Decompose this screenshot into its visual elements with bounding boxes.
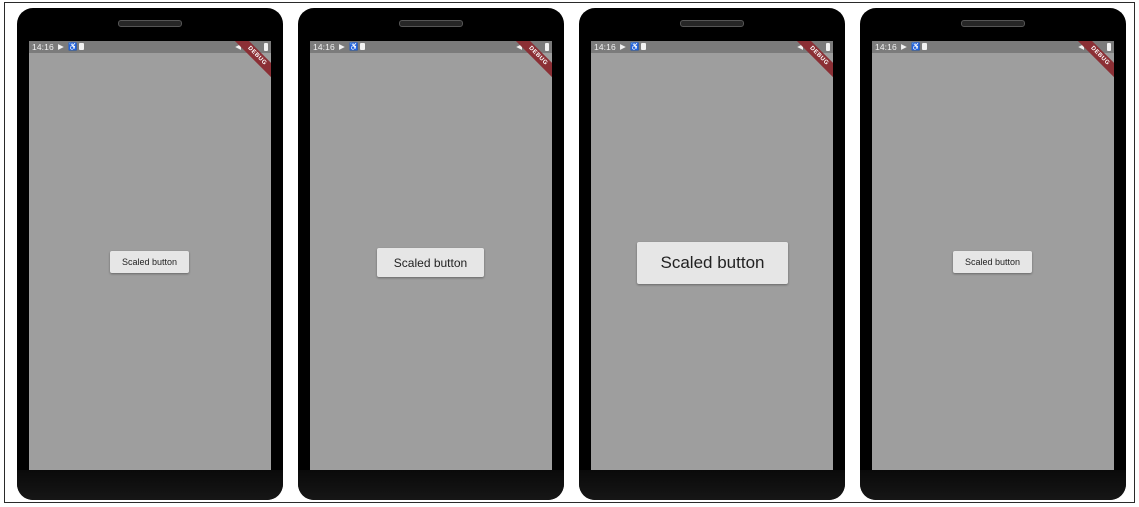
battery-icon xyxy=(264,43,268,51)
play-store-icon: ▶ xyxy=(901,42,907,51)
sd-card-icon xyxy=(641,43,646,50)
battery-icon xyxy=(1107,43,1111,51)
status-bar: 14:16 ▶ ♿ ◀ ● xyxy=(872,41,1114,53)
phone-chin xyxy=(860,470,1126,500)
status-bar: 14:16 ▶ ♿ ◀ ● xyxy=(29,41,271,53)
scaled-button[interactable]: Scaled button xyxy=(377,248,484,277)
phone-mockup-3: 14:16 ▶ ♿ ◀ ● DEBUG Scaled button xyxy=(579,8,845,500)
accessibility-icon: ♿ xyxy=(630,42,640,51)
battery-icon xyxy=(545,43,549,51)
accessibility-icon: ♿ xyxy=(349,42,359,51)
status-time: 14:16 xyxy=(32,42,54,52)
speaker-grille xyxy=(118,20,182,27)
scaled-button[interactable]: Scaled button xyxy=(110,251,189,273)
phone-screen: 14:16 ▶ ♿ ◀ ● DEBUG Scaled button xyxy=(310,41,552,471)
phone-mockup-2: 14:16 ▶ ♿ ◀ ● DEBUG Scaled button xyxy=(298,8,564,500)
accessibility-icon: ♿ xyxy=(911,42,921,51)
speaker-grille xyxy=(399,20,463,27)
speaker-grille xyxy=(961,20,1025,27)
status-time: 14:16 xyxy=(594,42,616,52)
play-store-icon: ▶ xyxy=(58,42,64,51)
status-time: 14:16 xyxy=(313,42,335,52)
phone-chin xyxy=(298,470,564,500)
play-store-icon: ▶ xyxy=(339,42,345,51)
play-store-icon: ▶ xyxy=(620,42,626,51)
phone-chin xyxy=(17,470,283,500)
phone-screen: 14:16 ▶ ♿ ◀ ● DEBUG Scaled button xyxy=(591,41,833,471)
scaled-button[interactable]: Scaled button xyxy=(637,242,788,284)
speaker-grille xyxy=(680,20,744,27)
status-bar: 14:16 ▶ ♿ ◀ ● xyxy=(310,41,552,53)
status-time: 14:16 xyxy=(875,42,897,52)
phone-screen: 14:16 ▶ ♿ ◀ ● DEBUG Scaled button xyxy=(29,41,271,471)
accessibility-icon: ♿ xyxy=(68,42,78,51)
phone-chin xyxy=(579,470,845,500)
phone-screen: 14:16 ▶ ♿ ◀ ● DEBUG Scaled button xyxy=(872,41,1114,471)
phone-mockup-1: 14:16 ▶ ♿ ◀ ● DEBUG Scaled button xyxy=(17,8,283,500)
battery-icon xyxy=(826,43,830,51)
sd-card-icon xyxy=(922,43,927,50)
status-bar: 14:16 ▶ ♿ ◀ ● xyxy=(591,41,833,53)
phone-mockup-4: 14:16 ▶ ♿ ◀ ● DEBUG Scaled button xyxy=(860,8,1126,500)
sd-card-icon xyxy=(79,43,84,50)
scaled-button[interactable]: Scaled button xyxy=(953,251,1032,273)
sd-card-icon xyxy=(360,43,365,50)
